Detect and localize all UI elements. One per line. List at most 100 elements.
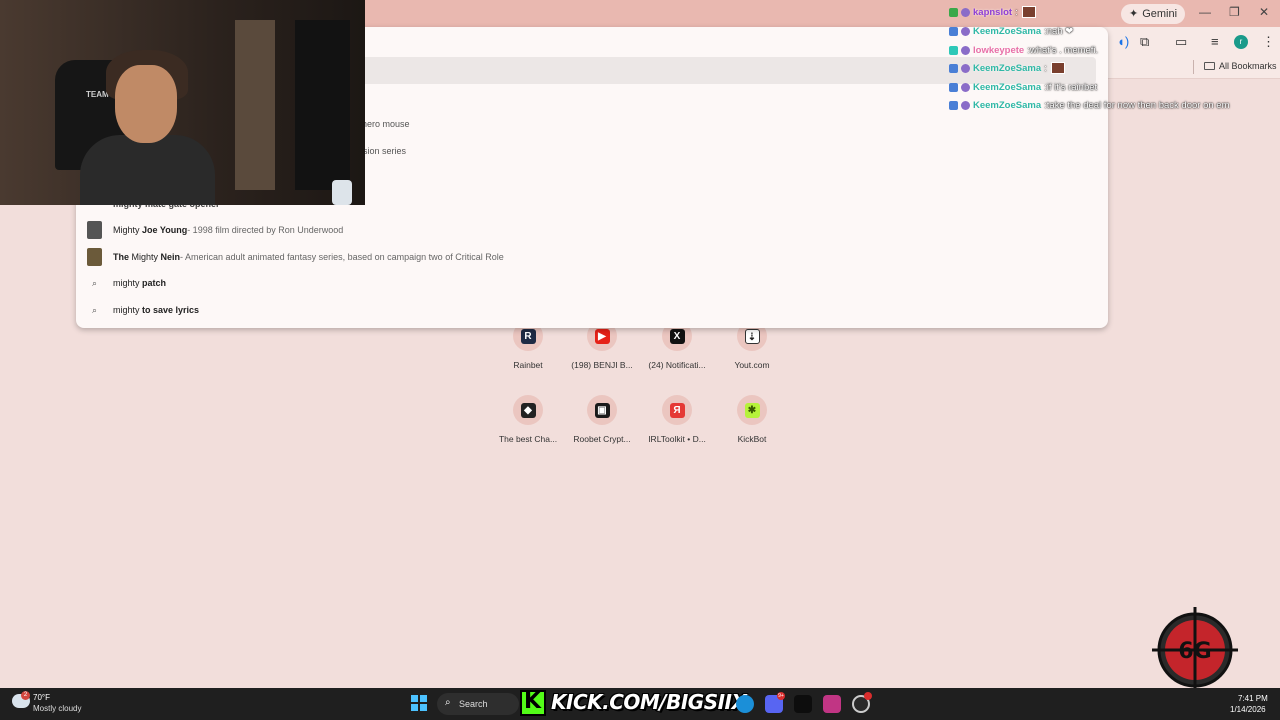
clock-time[interactable]: 7:41 PM [1238,694,1268,703]
shortcut-icon-circle: Я [662,395,692,425]
shortcut-icon-circle: ✱ [737,395,767,425]
shortcut-tile[interactable]: X (24) Notificati... [642,321,712,370]
suggestion-partial[interactable]: ision series [361,146,406,156]
chat-text: nah ❤ [1046,25,1074,37]
more-menu-icon[interactable]: ⋮ [1262,34,1275,50]
suggestion-text: mighty to save lyrics [113,305,199,315]
chat-icon: ◆ [520,402,536,418]
windows-start-icon[interactable] [411,695,427,711]
shortcut-tile[interactable]: ✱ KickBot [717,395,787,444]
chat-badge-icon [961,45,970,55]
shortcut-tile[interactable]: ▶ (198) BENJI B... [567,321,637,370]
suggestion-bold: to save lyrics [142,305,200,315]
streaming-app-icon[interactable] [794,695,812,713]
kickbot-icon: ✱ [744,402,760,418]
clock-date[interactable]: 1/14/2026 [1230,705,1266,714]
chat-username: kapnslot [973,6,1013,18]
chat-text: what's . memefi. [1029,44,1099,56]
folder-icon [1204,62,1215,70]
extensions-icon[interactable]: ⧉ [1140,34,1149,50]
chat-username: KeemZoeSama [973,25,1042,37]
shortcut-tile[interactable]: ⇣ Yout.com [717,321,787,370]
shortcut-icon-circle: ◆ [513,395,543,425]
chat-badge-icon [949,45,958,55]
instagram-icon[interactable] [823,695,841,713]
chat-badge-icon [949,7,958,17]
suggestion-text: Mighty Joe Young [113,225,187,235]
suggestion-row[interactable]: ⌕ mighty patch [87,273,166,293]
taskbar-search[interactable]: ⌕ Search [437,693,519,715]
chat-message: KeemZoeSama : [949,60,1065,76]
chat-badge-icon [949,82,958,92]
channel-logo-icon: 6G [1152,607,1238,693]
water-bottle [332,180,352,205]
chat-text: take the deal for now then back door on … [1046,99,1230,111]
suggestion-thumbnail [87,221,102,239]
shortcut-tile[interactable]: R Rainbet [493,321,563,370]
chat-separator: : [1044,62,1047,74]
shortcut-label: The best Cha... [498,434,558,444]
search-icon: ⌕ [91,304,98,315]
streamer-body [80,135,215,205]
suggestion-row[interactable]: Mighty Joe Young - 1998 film directed by… [87,220,343,240]
suggestion-description: - 1998 film directed by Ron Underwood [187,225,344,235]
suggestion-row[interactable]: ⌕ mighty to save lyrics [87,300,199,320]
suggestion-row[interactable]: The Mighty Nein - American adult animate… [87,247,504,267]
bookmarks-divider [1193,60,1194,74]
all-bookmarks-button[interactable]: All Bookmarks [1204,61,1277,71]
chat-separator: : [1015,6,1018,18]
minimize-icon[interactable]: — [1199,5,1211,19]
room-door [235,20,275,190]
chat-message: KeemZoeSama : nah ❤ [949,23,1073,39]
chat-message: kapnslot : [949,4,1036,20]
shortcut-label: (198) BENJI B... [571,360,633,370]
chat-message: KeemZoeSama : if it's rainbet [949,79,1097,95]
streamer-head [115,65,177,143]
x-icon: X [669,328,685,344]
rainbet-icon: R [520,328,536,344]
taskbar-search-label: Search [459,699,488,709]
shortcut-icon-circle: ▣ [587,395,617,425]
roobet-icon: ▣ [594,402,610,418]
suggestion-mid: Mighty [129,252,161,262]
chat-message: lowkeypete : what's . memefi. [949,42,1098,58]
suggestion-partial[interactable]: hero mouse [362,119,410,129]
chat-badge-icon [961,82,970,92]
kick-channel-banner: KICK.COM/BIGSIIX [551,690,747,714]
webcam-overlay: TEAMVM [0,0,365,205]
shortcut-tile[interactable]: ▣ Roobet Crypt... [567,395,637,444]
close-icon[interactable]: ✕ [1259,5,1269,19]
suggestion-description: - American adult animated fantasy series… [180,252,504,262]
youtube-icon: ▶ [594,328,610,344]
shortcut-tile[interactable]: ◆ The best Cha... [493,395,563,444]
suggestion-bold: Nein [160,252,181,262]
chat-username: KeemZoeSama [973,62,1042,74]
suggestion-bold: patch [142,278,167,288]
chat-emote-icon [1050,62,1065,74]
chat-badge-icon [949,63,958,73]
cast-icon[interactable]: ▭ [1175,34,1187,50]
profile-avatar[interactable]: r [1234,35,1248,49]
shortcut-label: IRLToolkit • D... [648,434,706,444]
search-icon: ⌕ [445,697,451,708]
weather-description[interactable]: Mostly cloudy [33,704,81,713]
chat-username: KeemZoeSama [973,99,1042,111]
suggestion-prefix: Mighty [113,225,143,235]
irltoolkit-icon: Я [669,402,685,418]
edge-icon[interactable] [736,695,754,713]
chat-badge-icon [961,7,970,17]
weather-temperature[interactable]: 70°F [33,693,50,702]
media-controls-icon[interactable]: ≡ [1211,34,1219,49]
suggestion-bold: Joe Young [142,225,188,235]
restore-icon[interactable]: ❐ [1229,5,1240,19]
notification-badge [864,692,872,700]
shortcut-tile[interactable]: Я IRLToolkit • D... [642,395,712,444]
suggestion-text: mighty patch [113,278,166,288]
chat-badge-icon [961,100,970,110]
chat-badge-icon [961,63,970,73]
gemini-sparkle-icon: ✦ [1129,8,1139,20]
gemini-button[interactable]: ✦ Gemini [1121,4,1186,24]
chat-username: lowkeypete [973,44,1025,56]
audio-playing-icon[interactable]: ◖) [1117,34,1129,49]
chat-badge-icon [949,26,958,36]
